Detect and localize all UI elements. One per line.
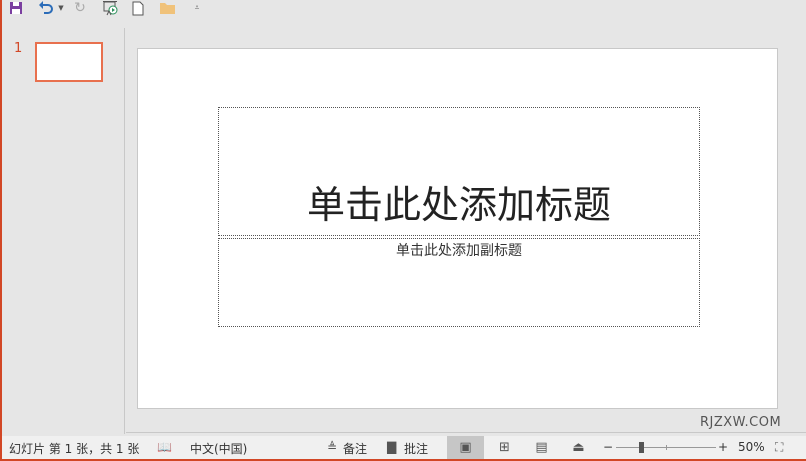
redo-icon: ↻	[74, 0, 86, 16]
divider	[126, 432, 806, 433]
normal-view-button[interactable]: ▣	[447, 436, 484, 459]
slide-number: 1	[14, 41, 23, 56]
open-folder-icon[interactable]	[158, 0, 176, 16]
slide-canvas[interactable]: 单击此处添加标题 单击此处添加副标题	[137, 48, 778, 409]
zoom-slider-handle[interactable]	[638, 442, 644, 453]
zoom-center-tick	[666, 445, 667, 450]
notes-icon[interactable]: ≜	[327, 440, 337, 454]
undo-dropdown-icon[interactable]: ▼	[57, 0, 65, 16]
undo-icon[interactable]	[37, 0, 55, 16]
fit-to-window-icon[interactable]: ⛶	[775, 440, 783, 455]
comments-button[interactable]: 批注	[404, 440, 428, 457]
slideshow-button[interactable]: ⏏	[560, 436, 597, 459]
customize-toolbar-icon[interactable]: ⩡	[192, 0, 202, 16]
zoom-out-button[interactable]: −	[603, 440, 613, 454]
book-icon: ▤	[535, 440, 548, 455]
status-bar: 幻灯片 第 1 张，共 1 张 📖 中文(中国) ≜ 备注 ▇ 批注 ▣ ⊞ ▤…	[2, 436, 806, 459]
projector-icon: ⏏	[572, 440, 585, 455]
title-placeholder[interactable]: 单击此处添加标题	[218, 107, 700, 236]
slideshow-icon[interactable]	[101, 0, 119, 16]
save-icon[interactable]	[8, 0, 24, 16]
language[interactable]: 中文(中国)	[190, 440, 247, 457]
zoom-level[interactable]: 50%	[738, 440, 765, 454]
comments-icon[interactable]: ▇	[387, 440, 396, 454]
spell-check-icon[interactable]: 📖	[157, 440, 172, 454]
slide-sorter-button[interactable]: ⊞	[486, 436, 523, 459]
subtitle-placeholder[interactable]: 单击此处添加副标题	[218, 238, 700, 327]
notes-button[interactable]: 备注	[343, 440, 367, 457]
zoom-slider[interactable]	[616, 442, 716, 453]
normal-view-icon: ▣	[459, 440, 472, 455]
reading-view-button[interactable]: ▤	[523, 436, 560, 459]
zoom-in-button[interactable]: +	[718, 440, 728, 454]
new-file-icon[interactable]	[131, 0, 145, 16]
grid-icon: ⊞	[499, 440, 510, 455]
slide-info: 幻灯片 第 1 张，共 1 张	[9, 442, 140, 456]
slide-thumbnail-panel: 1	[2, 28, 125, 434]
watermark: RJZXW.COM	[700, 415, 782, 430]
slide-thumbnail[interactable]	[35, 42, 103, 82]
